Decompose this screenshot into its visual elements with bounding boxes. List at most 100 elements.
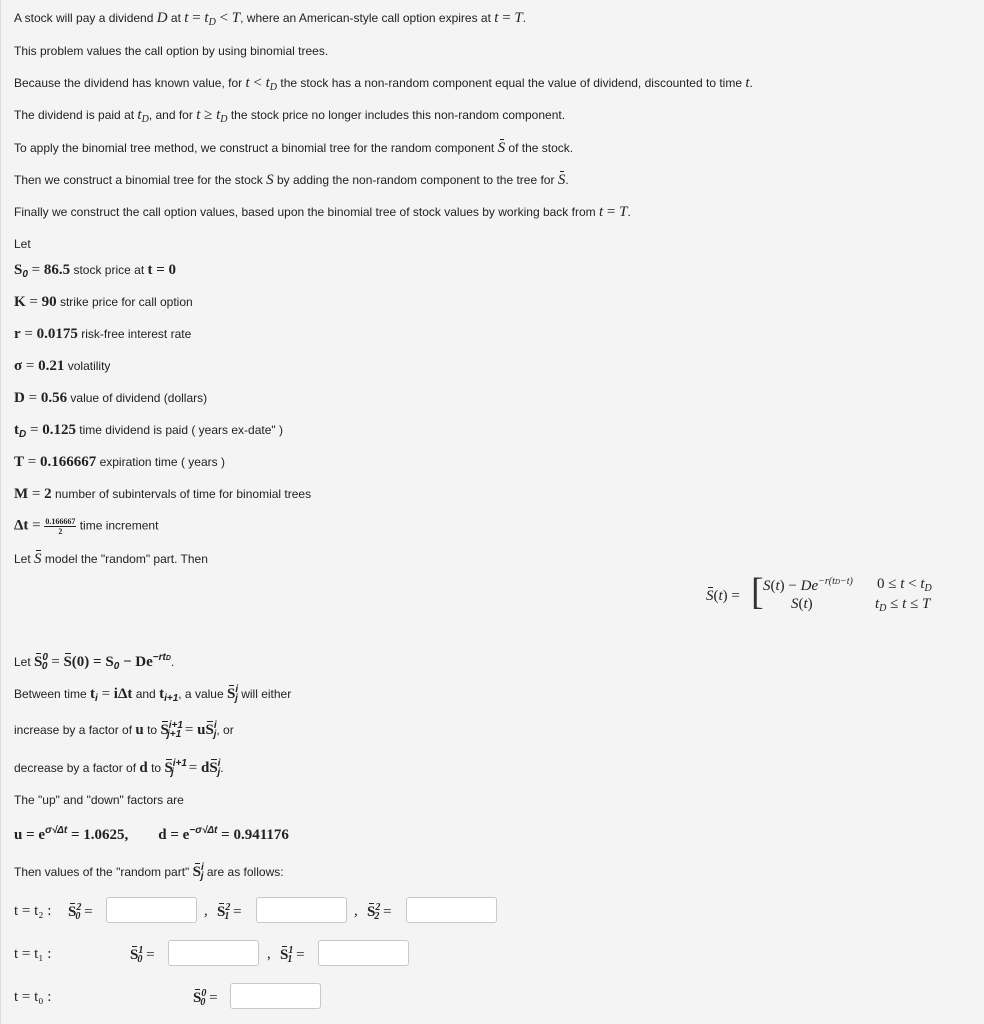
label-S2-2: S22 = <box>367 902 392 922</box>
text: . <box>627 205 631 219</box>
row-label-t1: t = t₁ : <box>14 946 52 962</box>
param-desc: risk-free interest rate <box>77 327 192 341</box>
text: to <box>147 761 165 775</box>
text: . <box>170 655 175 669</box>
text: of the stock. <box>505 141 574 155</box>
label-S0-0: S00 = <box>193 988 218 1008</box>
param-line: M = 2 number of subintervals of time for… <box>14 486 311 502</box>
intro-line-4: The dividend is paid at tD, and for t ≥ … <box>14 107 566 125</box>
row-label-t2: t = t₂ : <box>14 903 52 919</box>
text: . <box>220 761 224 775</box>
equals-sign: = <box>27 262 44 278</box>
delta-t-symbol: Δt <box>14 517 29 534</box>
param-desc: value of dividend (dollars) <box>67 391 208 405</box>
math-S: S <box>266 172 274 188</box>
text: . <box>749 76 753 90</box>
intro-line-1: A stock will pay a dividend D at t = tD … <box>14 10 527 28</box>
text: decrease by a factor of <box>14 761 140 775</box>
intro-line-6: Then we construct a binomial tree for th… <box>14 171 569 188</box>
text: are as follows: <box>203 865 284 879</box>
text: Then we construct a binomial tree for th… <box>14 173 267 187</box>
param-line: K = 90 strike price for call option <box>14 294 193 310</box>
math-d: d <box>139 760 148 776</box>
input-S1-0[interactable] <box>168 940 259 966</box>
input-S2-1[interactable] <box>256 897 347 923</box>
values-line: Then values of the "random part" Sij are… <box>14 862 284 882</box>
text: . <box>565 173 569 187</box>
piecewise-row2-expr: S(t) <box>791 596 813 612</box>
label-S2-1: S21 = <box>217 902 242 922</box>
input-S2-2[interactable] <box>406 897 497 923</box>
increase-line: increase by a factor of u to Si+1j+1 = u… <box>14 720 234 740</box>
param-desc: expiration time ( years ) <box>96 455 225 469</box>
math-S-bar: S <box>557 171 566 188</box>
separator: , <box>204 903 208 919</box>
bracket: [ <box>751 571 764 613</box>
piecewise-row1-expr: S(t) − De−r(tD−t) <box>763 576 853 594</box>
text: by adding the non-random component to th… <box>273 173 558 187</box>
text: Then values of the "random part" <box>14 865 193 879</box>
param-symbol: σ <box>14 358 23 374</box>
text: the stock has a non-random component equ… <box>277 76 746 90</box>
text: To apply the binomial tree method, we co… <box>14 141 498 155</box>
param-desc: stock price at <box>70 263 148 277</box>
problem-panel: A stock will pay a dividend D at t = tD … <box>0 0 984 1024</box>
math-S-bar: S <box>497 139 506 156</box>
d-value: 0.941176 <box>233 827 289 843</box>
param-delta-t: Δt = 0.166667 2 time increment <box>14 517 159 536</box>
equals-sign: = <box>28 486 45 502</box>
input-S1-1[interactable] <box>318 940 409 966</box>
param-desc: volatility <box>64 359 111 373</box>
param-value: 86.5 <box>43 262 71 278</box>
intro-line-2: This problem values the call option by u… <box>14 44 329 58</box>
math-S-bar: S <box>34 550 42 567</box>
text: Let <box>14 655 35 669</box>
param-line: σ = 0.21 volatility <box>14 358 110 374</box>
param-symbol: T <box>14 454 25 470</box>
param-line: r = 0.0175 risk-free interest rate <box>14 326 191 342</box>
intro-line-7: Finally we construct the call option val… <box>14 204 631 220</box>
label-S1-0: S10 = <box>130 945 155 965</box>
input-S2-0[interactable] <box>106 897 197 923</box>
label-S1-1: S11 = <box>280 945 305 965</box>
equals-sign: = <box>22 358 39 374</box>
param-desc: number of subintervals of time for binom… <box>51 487 312 501</box>
delta-t-fraction: 0.166667 2 <box>44 517 77 536</box>
separator: , <box>267 946 271 962</box>
param-extra: t = 0 <box>147 262 177 278</box>
param-desc: strike price for call option <box>56 295 193 309</box>
math-D: D <box>156 10 168 26</box>
equals-sign: = <box>26 422 43 438</box>
text: at <box>167 11 185 25</box>
text: , a value <box>178 687 227 701</box>
param-line: tD = 0.125 time dividend is paid ( years… <box>14 422 283 443</box>
text: will either <box>237 687 292 701</box>
param-line: D = 0.56 value of dividend (dollars) <box>14 390 207 406</box>
text: , where an American-style call option ex… <box>240 11 495 25</box>
text: , and for <box>148 108 197 122</box>
text: Finally we construct the call option val… <box>14 205 599 219</box>
param-value: 0.0175 <box>36 326 78 342</box>
input-S0-0[interactable] <box>230 983 321 1009</box>
let-s0-line: Let S00 = S(0) = S0 − De−rtD. <box>14 652 175 672</box>
param-value: 2 <box>44 486 52 502</box>
decrease-line: decrease by a factor of d to Si+1j = dSi… <box>14 758 224 778</box>
factors-line: u = eσ√Δt = 1.0625, d = e−σ√Δt = 0.941176 <box>14 825 289 843</box>
text: Let <box>14 552 35 566</box>
equals-sign: = <box>20 326 37 342</box>
factors-title: The "up" and "down" factors are <box>14 793 184 807</box>
param-symbol: D <box>14 390 25 406</box>
math-u: u <box>135 722 144 738</box>
piecewise-lhs: S(t) = <box>706 587 740 604</box>
piecewise-row2-cond: tD ≤ t ≤ T <box>875 596 931 614</box>
param-symbol: K <box>14 294 26 310</box>
text: and <box>132 687 160 701</box>
param-line: T = 0.166667 expiration time ( years ) <box>14 454 225 470</box>
param-value: 0.125 <box>42 422 76 438</box>
intro-line-3: Because the dividend has known value, fo… <box>14 75 753 93</box>
param-value: 0.21 <box>38 358 65 374</box>
math-tD: tD <box>137 107 149 125</box>
param-value: 0.166667 <box>39 454 97 470</box>
intro-line-5: To apply the binomial tree method, we co… <box>14 139 574 156</box>
text: . <box>522 11 527 25</box>
